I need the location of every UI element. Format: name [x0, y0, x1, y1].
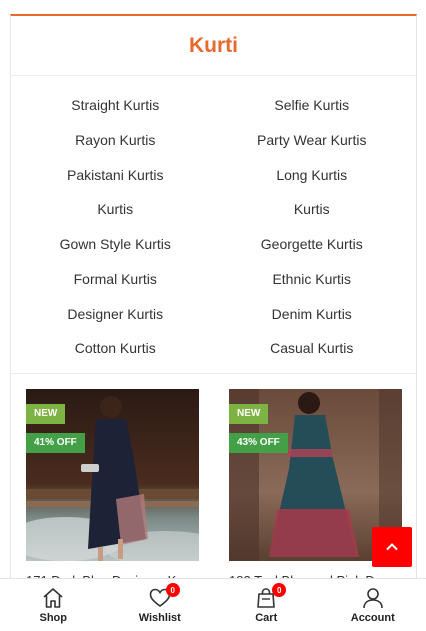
nav-cart[interactable]: 0 Cart	[213, 579, 320, 631]
category-link-straight-kurtis[interactable]: Straight Kurtis	[17, 89, 214, 123]
category-link-designer-kurtis[interactable]: Designer Kurtis	[17, 298, 214, 332]
category-link-kurtis-2[interactable]: Kurtis	[214, 193, 411, 227]
category-link-gown-style-kurtis[interactable]: Gown Style Kurtis	[17, 228, 214, 262]
nav-shop-label: Shop	[39, 612, 68, 624]
category-link-long-kurtis[interactable]: Long Kurtis	[214, 159, 411, 193]
nav-wishlist[interactable]: 0 Wishlist	[107, 579, 214, 631]
user-icon	[361, 587, 385, 609]
category-link-rayon-kurtis[interactable]: Rayon Kurtis	[17, 124, 214, 158]
category-link-georgette-kurtis[interactable]: Georgette Kurtis	[214, 228, 411, 262]
category-header: Kurti	[11, 16, 416, 76]
bag-icon: 0	[254, 583, 287, 609]
category-link-formal-kurtis[interactable]: Formal Kurtis	[17, 263, 214, 297]
category-title: Kurti	[189, 33, 238, 57]
nav-account[interactable]: Account	[320, 579, 426, 631]
category-link-party-wear-kurtis[interactable]: Party Wear Kurtis	[214, 124, 411, 158]
bottom-navigation: Shop 0 Wishlist 0 Cart Account	[0, 578, 426, 631]
wishlist-count-badge: 0	[165, 583, 180, 597]
new-badge: NEW	[229, 404, 269, 424]
product-card[interactable]: NEW 41% OFF 171 Dark Blue Designer K	[26, 389, 199, 588]
new-badge: NEW	[26, 404, 66, 424]
discount-badge: 41% OFF	[26, 433, 85, 453]
product-image[interactable]: NEW 41% OFF	[26, 389, 199, 561]
heart-icon: 0	[148, 583, 180, 609]
scroll-to-top-button[interactable]	[372, 527, 412, 567]
home-icon	[41, 587, 65, 609]
category-link-cotton-kurtis[interactable]: Cotton Kurtis	[17, 332, 214, 366]
nav-cart-label: Cart	[255, 612, 278, 624]
category-card: Kurti Straight Kurtis Selfie Kurtis Rayo…	[10, 14, 417, 614]
category-link-selfie-kurtis[interactable]: Selfie Kurtis	[214, 89, 411, 123]
page: Kurti Straight Kurtis Selfie Kurtis Rayo…	[0, 0, 426, 631]
discount-badge: 43% OFF	[229, 433, 288, 453]
chevron-up-icon	[386, 543, 398, 551]
nav-wishlist-label: Wishlist	[138, 612, 181, 624]
category-link-ethnic-kurtis[interactable]: Ethnic Kurtis	[214, 263, 411, 297]
nav-shop[interactable]: Shop	[0, 579, 107, 631]
nav-account-label: Account	[350, 612, 395, 624]
category-link-casual-kurtis[interactable]: Casual Kurtis	[214, 332, 411, 366]
category-links: Straight Kurtis Selfie Kurtis Rayon Kurt…	[11, 76, 416, 374]
category-link-kurtis[interactable]: Kurtis	[17, 193, 214, 227]
cart-count-badge: 0	[272, 583, 287, 597]
category-link-denim-kurtis[interactable]: Denim Kurtis	[214, 298, 411, 332]
category-link-pakistani-kurtis[interactable]: Pakistani Kurtis	[17, 159, 214, 193]
